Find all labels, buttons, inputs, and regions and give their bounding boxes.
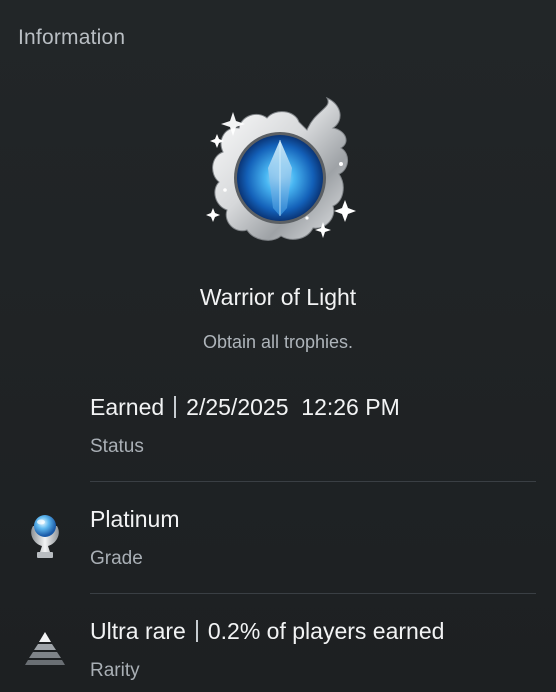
panel-title: Information [18,26,126,49]
status-value: Earned 2/25/2025 12:26 PM [90,394,400,421]
separator [195,620,198,642]
rarity-value: Ultra rare 0.2% of players earned [90,618,444,645]
rarity-percent: 0.2% of players earned [207,618,445,644]
trophy-information-panel: Information Warrior of Light Obtain all … [0,0,556,692]
grade-caption: Grade [90,548,143,569]
trophy-description: Obtain all trophies. [202,332,354,352]
rarity-row: Ultra rare 0.2% of players earned Rarity [0,594,556,692]
earned-date: 2/25/2025 [186,394,289,420]
separator [174,396,177,418]
status-caption: Status [90,436,144,457]
status-row: Earned 2/25/2025 12:26 PM Status [0,370,556,482]
earned-label: Earned [90,394,165,420]
trophy-name: Warrior of Light [199,284,357,310]
grade-value: Platinum [90,506,180,532]
crystal-emblem-icon [195,90,365,250]
platinum-trophy-icon [22,512,68,562]
rarity-caption: Rarity [90,660,140,681]
earned-time: 12:26 PM [301,394,400,420]
rarity-label: Ultra rare [90,618,186,644]
rarity-pyramid-icon [22,628,68,678]
grade-row: Platinum Grade [0,482,556,594]
